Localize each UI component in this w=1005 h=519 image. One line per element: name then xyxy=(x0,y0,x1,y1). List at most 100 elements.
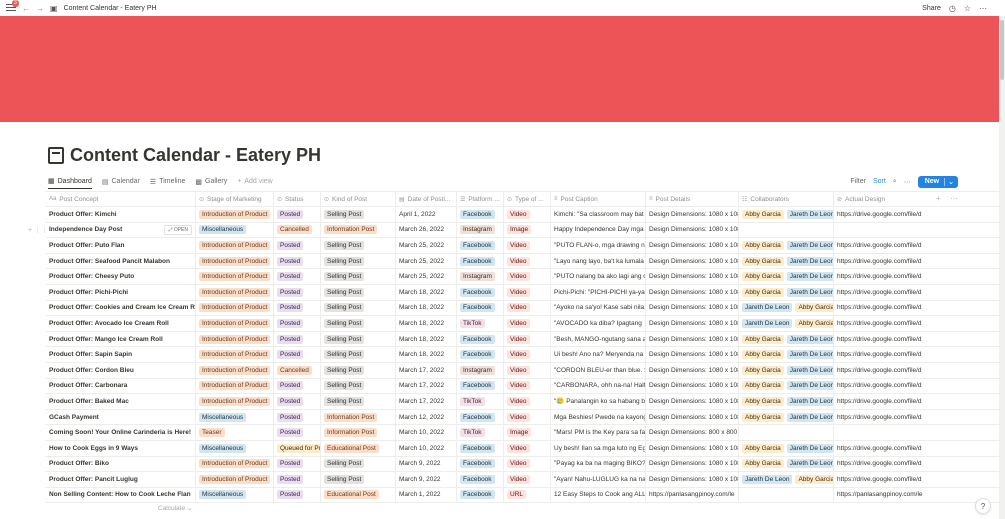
table-row[interactable]: Product Offer: Pancit Luglug Introduction… xyxy=(46,472,1000,488)
stage-tag[interactable]: Introduction of Product xyxy=(199,474,271,484)
status-tag[interactable]: Cancelled xyxy=(277,225,312,235)
cell-platform[interactable]: Facebook xyxy=(457,284,504,300)
collaborator-tag[interactable]: Abby Garcia xyxy=(795,318,833,328)
stage-tag[interactable]: Introduction of Product xyxy=(199,381,271,391)
collaborator-tag[interactable]: Abby Garcia xyxy=(742,396,784,406)
collaborator-tag[interactable]: Abby Garcia xyxy=(742,287,784,297)
status-tag[interactable]: Posted xyxy=(277,272,304,282)
cell-post-concept[interactable]: Product Offer: Avocado Ice Cream Roll xyxy=(46,316,196,331)
cell-actual-design[interactable]: https://drive.google.com/file/d xyxy=(834,347,928,362)
stage-tag[interactable]: Introduction of Product xyxy=(199,209,271,219)
collaborator-tag[interactable]: Abby Garcia xyxy=(742,272,784,282)
table-row[interactable]: Product Offer: Cookies and Cream Ice Cre… xyxy=(46,300,1000,317)
tab-gallery[interactable]: ▩ Gallery xyxy=(195,174,227,189)
kind-tag[interactable]: Selling Post xyxy=(324,474,365,484)
cell-date[interactable]: March 18, 2022 xyxy=(396,284,457,300)
cell-collaborators[interactable]: Abby Garcia Jareth De Leon xyxy=(739,456,834,472)
cell-details[interactable]: Design Dimensions: 1080 x 108 xyxy=(646,440,739,456)
type-tag[interactable]: Video xyxy=(507,209,530,219)
status-tag[interactable]: Posted xyxy=(277,318,304,328)
cell-collaborators[interactable]: Abby Garcia Jareth De Leon xyxy=(739,378,834,394)
column-header[interactable]: ⊙ Stage of Marketing xyxy=(196,192,274,206)
cell-details[interactable]: Design Dimensions: 1080 x 108 xyxy=(646,347,739,362)
cell-platform[interactable]: Facebook xyxy=(457,378,504,394)
cell-actual-design[interactable]: https://drive.google.com/file/d xyxy=(834,332,928,347)
cell-platform[interactable]: Facebook xyxy=(457,487,504,503)
cell-actual-design[interactable]: https://drive.google.com/file/d xyxy=(834,394,928,409)
table-row[interactable]: Non Selling Content: How to Cook Leche F… xyxy=(46,487,1000,504)
open-row-button[interactable]: ⤢ OPEN xyxy=(164,224,192,235)
kind-tag[interactable]: Selling Post xyxy=(324,256,365,266)
type-tag[interactable]: Video xyxy=(507,474,530,484)
cell-status[interactable]: Posted xyxy=(274,347,321,362)
column-header[interactable]: ☷ Collaborators xyxy=(739,192,834,206)
cell-type[interactable]: Image xyxy=(504,425,551,440)
cell-type[interactable]: Video xyxy=(504,238,551,253)
kind-tag[interactable]: Selling Post xyxy=(324,303,365,313)
cell-platform[interactable]: Facebook xyxy=(457,409,504,425)
collaborator-tag[interactable]: Jareth De Leon xyxy=(786,350,833,360)
cell-type[interactable]: Video xyxy=(504,347,551,362)
cell-kind[interactable]: Selling Post xyxy=(321,238,396,253)
collaborator-tag[interactable]: Jareth De Leon xyxy=(786,256,833,266)
platform-tag[interactable]: TikTok xyxy=(460,428,485,438)
stage-tag[interactable]: Teaser xyxy=(199,428,225,438)
table-row[interactable]: Product Offer: Biko Introduction of Produ… xyxy=(46,456,1000,473)
collaborator-tag[interactable]: Abby Garcia xyxy=(742,443,784,453)
cell-stage[interactable]: Introduction of Product xyxy=(196,316,274,331)
collaborator-tag[interactable]: Jareth De Leon xyxy=(786,334,833,344)
stage-tag[interactable]: Introduction of Product xyxy=(199,287,271,297)
kind-tag[interactable]: Educational Post xyxy=(324,443,379,453)
platform-tag[interactable]: Facebook xyxy=(460,256,495,266)
cell-actual-design[interactable]: https://drive.google.com/file/d xyxy=(834,207,928,222)
cell-date[interactable]: March 26, 2022 xyxy=(396,222,457,238)
collaborator-tag[interactable]: Abby Garcia xyxy=(742,256,784,266)
cell-type[interactable]: Video xyxy=(504,440,551,456)
table-row[interactable]: Product Offer: Cheesy Puto Introduction o… xyxy=(46,269,1000,285)
platform-tag[interactable]: Instagram xyxy=(460,272,495,282)
cell-date[interactable]: March 18, 2022 xyxy=(396,316,457,331)
cell-stage[interactable]: Introduction of Product xyxy=(196,269,274,284)
platform-tag[interactable]: Instagram xyxy=(460,365,495,375)
cell-status[interactable]: Posted xyxy=(274,316,321,331)
cell-stage[interactable]: Introduction of Product xyxy=(196,472,274,487)
cell-collaborators[interactable]: Abby Garcia Jareth De Leon xyxy=(739,394,834,409)
platform-tag[interactable]: Facebook xyxy=(460,303,495,313)
type-tag[interactable]: Image xyxy=(507,225,532,235)
cell-collaborators[interactable]: Abby Garcia Jareth De Leon xyxy=(739,207,834,222)
cell-collaborators[interactable]: Abby Garcia Jareth De Leon xyxy=(739,269,834,284)
cell-type[interactable]: Image xyxy=(504,222,551,238)
cell-type[interactable]: Video xyxy=(504,331,551,347)
kind-tag[interactable]: Selling Post xyxy=(324,272,365,282)
status-tag[interactable]: Posted xyxy=(277,240,304,250)
cell-platform[interactable]: Instagram xyxy=(457,269,504,284)
cell-caption[interactable]: Kimchi: "Sa classroom may bat xyxy=(551,207,646,222)
cell-caption[interactable]: "Ayoko na sa'yo! Kase sabi nila, xyxy=(551,300,646,316)
platform-tag[interactable]: Facebook xyxy=(460,490,495,500)
cell-platform[interactable]: Facebook xyxy=(457,238,504,253)
cell-collaborators[interactable]: Abby Garcia Jareth De Leon xyxy=(739,440,834,456)
cell-stage[interactable]: Miscellaneous xyxy=(196,222,274,238)
cell-status[interactable]: Posted xyxy=(274,300,321,316)
cell-stage[interactable]: Introduction of Product xyxy=(196,394,274,409)
collaborator-tag[interactable]: Jareth De Leon xyxy=(786,365,833,375)
collaborator-tag[interactable]: Abby Garcia xyxy=(795,303,833,313)
status-tag[interactable]: Cancelled xyxy=(277,365,312,375)
cell-status[interactable]: Posted xyxy=(274,284,321,300)
cell-type[interactable]: Video xyxy=(504,300,551,316)
cell-caption[interactable]: "PUTO FLAN-o, mga drawing n xyxy=(551,238,646,253)
type-tag[interactable]: Video xyxy=(507,303,530,313)
collaborator-tag[interactable]: Jareth De Leon xyxy=(742,303,793,313)
kind-tag[interactable]: Information Post xyxy=(324,428,378,438)
cell-actual-design[interactable]: https://drive.google.com/file/d xyxy=(834,441,928,456)
collaborator-tag[interactable]: Abby Garcia xyxy=(742,412,784,422)
cell-platform[interactable]: Facebook xyxy=(457,456,504,472)
cell-status[interactable]: Posted xyxy=(274,331,321,347)
more-options-icon[interactable]: ⋯ xyxy=(904,178,911,186)
stage-tag[interactable]: Introduction of Product xyxy=(199,365,271,375)
cell-type[interactable]: Video xyxy=(504,409,551,425)
collaborator-tag[interactable]: Jareth De Leon xyxy=(742,318,793,328)
cell-stage[interactable]: Introduction of Product xyxy=(196,253,274,269)
cell-kind[interactable]: Educational Post xyxy=(321,440,396,456)
cell-details[interactable]: Design Dimensions: 1080 x 108 xyxy=(646,269,739,284)
